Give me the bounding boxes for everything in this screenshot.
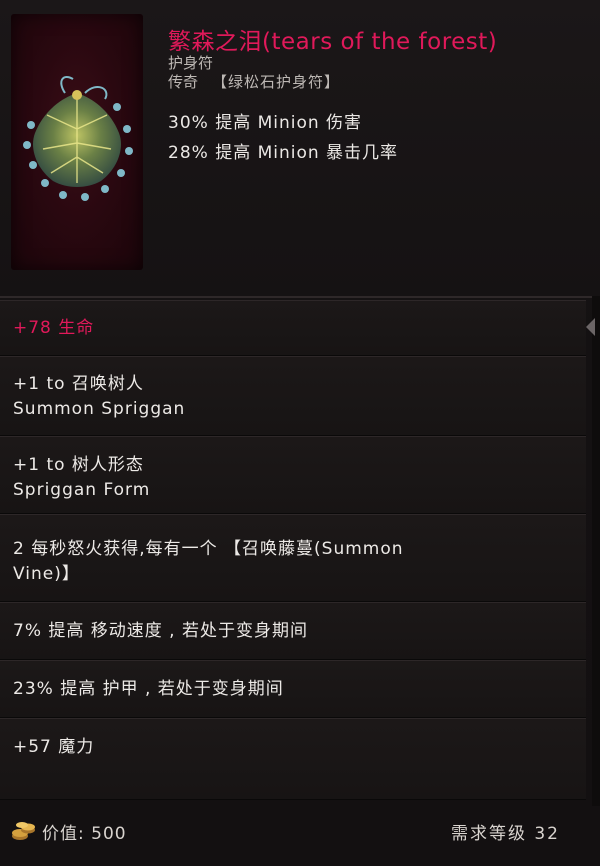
- affix-line: Vine)】: [13, 564, 80, 584]
- item-base-type: 【绿松石护身符】: [212, 73, 341, 91]
- affix-line: 2 每秒怒火获得,每有一个 【召唤藤蔓(Summon: [13, 539, 404, 559]
- item-rarity: 传奇: [168, 73, 199, 91]
- implicit-stat-1: 30% 提高 Minion 伤害: [168, 113, 363, 133]
- item-rarity-line: 传奇 【绿松石护身符】: [168, 71, 340, 92]
- affix-line: Spriggan Form: [13, 480, 151, 500]
- affix-line: 7% 提高 移动速度 , 若处于变身期间: [13, 621, 308, 641]
- affix-row-7: +57 魔力: [0, 718, 586, 800]
- level-requirement: 需求等级 32: [450, 824, 560, 844]
- arrow-left-icon[interactable]: [586, 318, 595, 336]
- affix-line: +78 生命: [13, 318, 95, 338]
- affix-row-4: 2 每秒怒火获得,每有一个 【召唤藤蔓(Summon Vine)】: [0, 514, 586, 602]
- item-value: 价值: 500: [42, 824, 127, 844]
- affix-line: Summon Spriggan: [13, 399, 186, 419]
- affix-row-3: +1 to 树人形态 Spriggan Form: [0, 436, 586, 514]
- affix-row-1: +78 生命: [0, 300, 586, 356]
- scroll-track[interactable]: [592, 296, 600, 806]
- item-name: 繁森之泪(tears of the forest): [168, 29, 498, 55]
- affix-line: +57 魔力: [13, 737, 95, 757]
- affix-line: +1 to 召唤树人: [13, 374, 144, 394]
- item-tooltip: 繁森之泪(tears of the forest) 护身符 传奇 【绿松石护身符】…: [0, 0, 600, 866]
- leaf-amulet-icon: [23, 75, 133, 201]
- implicit-stat-2: 28% 提高 Minion 暴击几率: [168, 143, 399, 163]
- affix-row-6: 23% 提高 护甲 , 若处于变身期间: [0, 660, 586, 718]
- affix-line: 23% 提高 护甲 , 若处于变身期间: [13, 679, 284, 699]
- affix-line: +1 to 树人形态: [13, 455, 144, 475]
- item-portrait: [11, 14, 143, 270]
- item-header: 繁森之泪(tears of the forest) 护身符 传奇 【绿松石护身符】…: [0, 0, 600, 296]
- item-type: 护身符: [168, 54, 214, 72]
- affix-row-2: +1 to 召唤树人 Summon Spriggan: [0, 356, 586, 436]
- affix-row-5: 7% 提高 移动速度 , 若处于变身期间: [0, 602, 586, 660]
- header-divider: [0, 296, 600, 298]
- coin-stack-icon: [12, 822, 35, 840]
